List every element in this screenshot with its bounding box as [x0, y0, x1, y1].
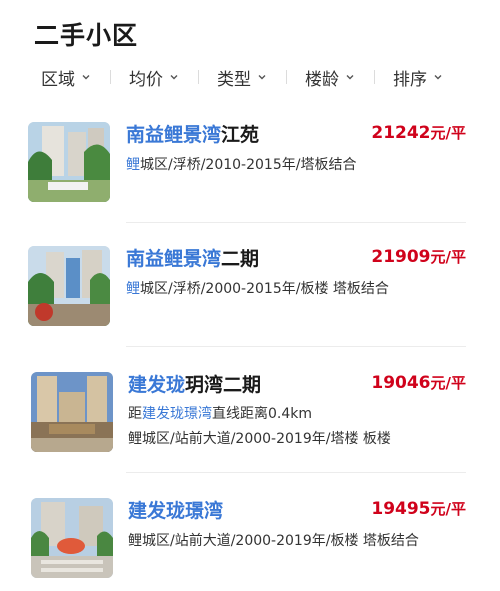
meta-highlight: 建发珑璟湾: [142, 406, 212, 422]
price-value: 19046: [371, 373, 431, 393]
community-photo: [31, 372, 113, 452]
filter-avg-price[interactable]: 均价: [110, 64, 198, 90]
community-title[interactable]: 建发珑玥湾二期: [128, 370, 261, 397]
list-item[interactable]: 建发珑璟湾 19495元/平 鲤城区/站前大道/2000-2019年/板楼 塔板…: [0, 474, 500, 591]
meta-rest: 直线距离0.4km: [212, 406, 313, 422]
avg-price: 19495元/平: [371, 498, 466, 519]
meta-highlight: 鲤: [126, 281, 140, 297]
community-photo: [31, 498, 113, 578]
price-unit: 元/平: [430, 124, 466, 142]
divider: [126, 346, 466, 347]
title-highlight: 南益鲤景湾: [126, 248, 222, 270]
filter-sort-label: 排序: [393, 69, 427, 90]
page-title: 二手小区: [34, 21, 139, 50]
filter-region[interactable]: 区域: [22, 64, 110, 90]
meta-rest: 城区/浮桥/2010-2015年/塔板结合: [140, 157, 357, 173]
divider: [126, 472, 466, 473]
community-title[interactable]: 南益鲤景湾江苑: [126, 120, 259, 147]
community-title[interactable]: 建发珑璟湾: [128, 496, 223, 523]
community-meta: 鲤城区/浮桥/2000-2015年/板楼 塔板结合: [126, 278, 389, 298]
filter-region-label: 区域: [41, 69, 75, 90]
filter-type[interactable]: 类型: [198, 64, 286, 90]
filter-avg-price-label: 均价: [129, 69, 163, 90]
chevron-down-icon: [82, 75, 90, 80]
community-meta: 鲤城区/站前大道/2000-2019年/板楼 塔板结合: [128, 530, 419, 550]
meta-text: 鲤城区/站前大道/2000-2019年/塔楼 板楼: [128, 431, 391, 447]
chevron-down-icon: [434, 75, 442, 80]
filter-sort[interactable]: 排序: [374, 64, 462, 90]
chevron-down-icon: [258, 75, 266, 80]
chevron-down-icon: [346, 75, 354, 80]
price-unit: 元/平: [430, 500, 466, 518]
title-highlight: 南益鲤景湾: [126, 124, 222, 146]
filter-bar: 区域 均价 类型 楼龄 排序: [22, 64, 462, 90]
filter-type-label: 类型: [217, 69, 251, 90]
chevron-down-icon: [170, 75, 178, 80]
community-meta: 鲤城区/浮桥/2010-2015年/塔板结合: [126, 154, 356, 174]
community-title[interactable]: 南益鲤景湾二期: [126, 244, 259, 271]
filter-building-age-label: 楼龄: [305, 69, 339, 90]
price-unit: 元/平: [430, 248, 466, 266]
list-item[interactable]: 建发珑玥湾二期 19046元/平 距建发珑璟湾直线距离0.4km 鲤城区/站前大…: [0, 348, 500, 473]
distance-info: 距建发珑璟湾直线距离0.4km: [128, 403, 312, 423]
community-photo: [28, 122, 110, 202]
list-item[interactable]: 南益鲤景湾二期 21909元/平 鲤城区/浮桥/2000-2015年/板楼 塔板…: [0, 224, 500, 349]
meta-rest: 城区/浮桥/2000-2015年/板楼 塔板结合: [140, 281, 389, 297]
avg-price: 21242元/平: [371, 122, 466, 143]
meta-text: 鲤城区/站前大道/2000-2019年/板楼 塔板结合: [128, 533, 419, 549]
title-highlight: 建发珑: [128, 374, 186, 396]
avg-price: 19046元/平: [371, 372, 466, 393]
title-rest: 玥湾二期: [185, 374, 262, 396]
divider: [126, 222, 466, 223]
community-meta: 鲤城区/站前大道/2000-2019年/塔楼 板楼: [128, 428, 391, 448]
avg-price: 21909元/平: [371, 246, 466, 267]
price-unit: 元/平: [430, 374, 466, 392]
meta-prefix: 距: [128, 406, 142, 422]
price-value: 21909: [371, 247, 431, 267]
price-value: 19495: [371, 499, 431, 519]
title-rest: 二期: [221, 248, 260, 270]
list-item[interactable]: 南益鲤景湾江苑 21242元/平 鲤城区/浮桥/2010-2015年/塔板结合: [0, 100, 500, 225]
title-highlight: 建发珑璟湾: [128, 500, 224, 522]
community-photo: [28, 246, 110, 326]
filter-building-age[interactable]: 楼龄: [286, 64, 374, 90]
price-value: 21242: [371, 123, 431, 143]
meta-highlight: 鲤: [126, 157, 140, 173]
title-rest: 江苑: [221, 124, 260, 146]
